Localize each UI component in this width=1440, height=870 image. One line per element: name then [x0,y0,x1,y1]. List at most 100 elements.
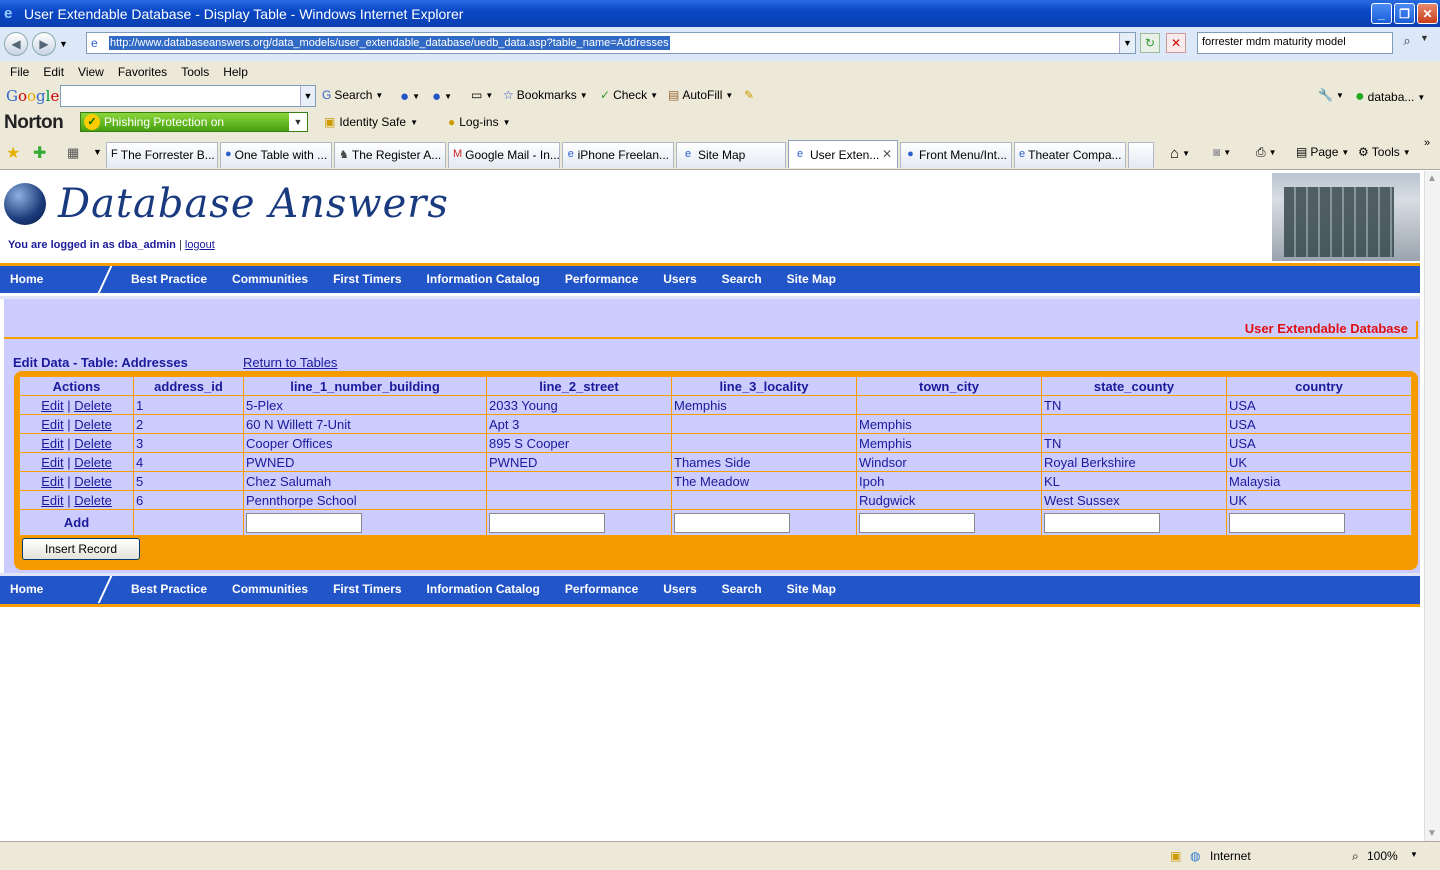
nav-performance[interactable]: Performance [565,272,638,286]
identity-safe-button[interactable]: ▣ Identity Safe ▼ [324,115,418,129]
refresh-button[interactable]: ↻ [1140,33,1160,53]
add-favorite-icon[interactable]: ✚ [33,143,46,163]
autofill-button[interactable]: ▤ AutoFill ▼ [668,88,733,102]
nav-site-map[interactable]: Site Map [787,582,836,596]
tab-one-table[interactable]: ● One Table with ... [220,142,332,168]
edit-link[interactable]: Edit [41,436,63,451]
spellcheck-button[interactable]: ✓ Check ▼ [600,88,658,102]
restore-button[interactable]: ❐ [1394,3,1415,24]
nav-site-map[interactable]: Site Map [787,272,836,286]
state-county-input[interactable] [1044,512,1160,533]
back-button[interactable]: ◀ [4,32,28,56]
search-icon[interactable]: ⌕ [1396,33,1418,53]
minimize-button[interactable]: _ [1371,3,1392,24]
close-tab-icon[interactable]: ✕ [882,147,892,161]
forward-button[interactable]: ▶ [32,32,56,56]
zoom-icon[interactable]: ⌕ [1352,849,1359,864]
address-url[interactable]: http://www.databaseanswers.org/data_mode… [109,36,670,50]
zoom-dropdown-icon[interactable]: ▼ [1410,850,1418,859]
favorites-star-icon[interactable]: ★ [6,143,20,163]
globe-button-2[interactable]: ● ▼ [432,88,452,105]
tab-site-map[interactable]: e Site Map [676,142,786,168]
scroll-up-icon[interactable]: ▲ [1427,173,1437,184]
tab-forrester[interactable]: F The Forrester B... [106,142,218,168]
nav-users[interactable]: Users [663,272,696,286]
search-dropdown-icon[interactable]: ▼ [1420,33,1429,43]
bookmarks-button[interactable]: ☆ Bookmarks ▼ [503,88,588,102]
nav-best-practice[interactable]: Best Practice [131,272,207,286]
tools-menu-button[interactable]: ⚙ Tools ▼ [1358,145,1411,159]
profile-button[interactable]: ● databa... ▼ [1355,88,1425,106]
tab-google-mail[interactable]: M Google Mail - In... [448,142,560,168]
nav-first-timers[interactable]: First Timers [333,272,401,286]
line-1-input[interactable] [246,512,362,533]
line-3-input[interactable] [674,512,790,533]
globe-button-1[interactable]: ● ▼ [400,88,420,105]
logout-link[interactable]: logout [185,239,215,251]
menu-help[interactable]: Help [223,65,248,79]
nav-communities[interactable]: Communities [232,582,308,596]
search-input[interactable]: forrester mdm maturity model [1197,32,1393,54]
quick-tabs-icon[interactable]: ▦ [67,145,79,161]
tab-iphone[interactable]: e iPhone Freelan... [562,142,674,168]
phishing-dropdown-icon[interactable]: ▼ [289,113,307,131]
page-menu-button[interactable]: ▤ Page ▼ [1296,145,1349,159]
nav-information-catalog[interactable]: Information Catalog [427,582,540,596]
edit-link[interactable]: Edit [41,398,63,413]
logins-button[interactable]: ● Log-ins ▼ [448,115,511,129]
line-2-input[interactable] [489,512,605,533]
insert-record-button[interactable]: Insert Record [22,538,140,560]
town-city-input[interactable] [859,512,975,533]
tab-front-menu[interactable]: ● Front Menu/Int... [900,142,1012,168]
delete-link[interactable]: Delete [74,436,112,451]
edit-link[interactable]: Edit [41,474,63,489]
menu-edit[interactable]: Edit [43,65,64,79]
address-dropdown-icon[interactable]: ▼ [1119,33,1135,53]
vertical-scrollbar[interactable]: ▲ ▼ [1424,171,1440,841]
menu-tools[interactable]: Tools [181,65,209,79]
print-button[interactable]: ⎙ ▼ [1256,145,1277,160]
google-search-input[interactable]: ▼ [60,85,316,107]
menu-file[interactable]: File [10,65,29,79]
nav-best-practice[interactable]: Best Practice [131,582,207,596]
feeds-button[interactable]: ◙ ▼ [1213,145,1231,159]
country-input[interactable] [1229,512,1345,533]
delete-link[interactable]: Delete [74,417,112,432]
new-tab-button[interactable] [1128,142,1154,168]
menu-favorites[interactable]: Favorites [118,65,167,79]
address-bar[interactable]: e http://www.databaseanswers.org/data_mo… [86,32,1136,54]
edit-link[interactable]: Edit [41,417,63,432]
nav-home[interactable]: Home [10,272,43,286]
pencil-button[interactable]: ✎ [744,88,754,102]
tab-register[interactable]: ♞ The Register A... [334,142,446,168]
phishing-protection-button[interactable]: ✓ Phishing Protection on ▼ [80,112,308,132]
tab-list-dropdown-icon[interactable]: ▼ [93,147,102,157]
nav-performance[interactable]: Performance [565,582,638,596]
return-to-tables-link[interactable]: Return to Tables [243,355,337,370]
nav-search[interactable]: Search [722,582,762,596]
edit-link[interactable]: Edit [41,455,63,470]
nav-search[interactable]: Search [722,272,762,286]
tab-theater[interactable]: e Theater Compa... [1014,142,1126,168]
highlight-button[interactable]: ▭ ▼ [471,88,493,102]
nav-first-timers[interactable]: First Timers [333,582,401,596]
stop-button[interactable]: ✕ [1166,33,1186,53]
tab-user-extendable[interactable]: e User Exten... ✕ [788,140,898,168]
history-dropdown-icon[interactable]: ▼ [59,39,68,49]
home-button[interactable]: ⌂ ▼ [1170,145,1190,162]
edit-link[interactable]: Edit [41,493,63,508]
chevron-right-icon[interactable]: » [1424,137,1430,149]
nav-home[interactable]: Home [10,582,43,596]
google-search-button[interactable]: G Search ▼ [322,88,383,102]
nav-communities[interactable]: Communities [232,272,308,286]
close-button[interactable]: ✕ [1417,3,1438,24]
nav-information-catalog[interactable]: Information Catalog [427,272,540,286]
scroll-down-icon[interactable]: ▼ [1427,828,1437,839]
zoom-level[interactable]: 100% [1367,849,1398,863]
delete-link[interactable]: Delete [74,398,112,413]
menu-view[interactable]: View [78,65,104,79]
delete-link[interactable]: Delete [74,474,112,489]
delete-link[interactable]: Delete [74,455,112,470]
wrench-button[interactable]: 🔧 ▼ [1318,88,1344,102]
google-dropdown-icon[interactable]: ▼ [300,86,315,106]
